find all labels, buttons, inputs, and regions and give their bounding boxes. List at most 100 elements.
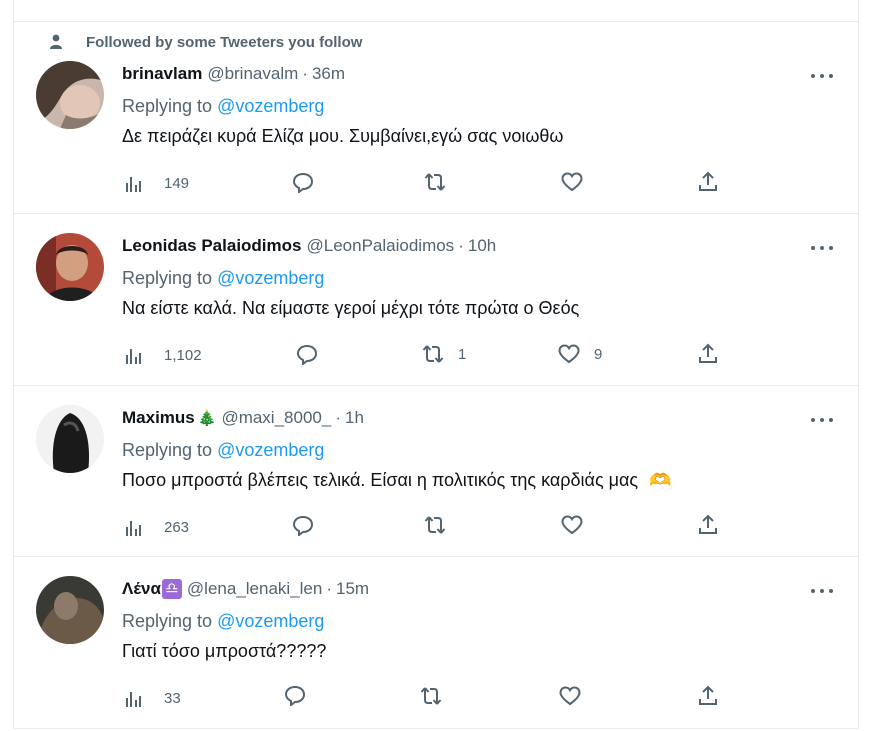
timeline-frame: Followed by some Tweeters you follow bri… [13, 0, 859, 729]
separator-dot: · [458, 236, 464, 255]
user-handle[interactable]: @LeonPalaiodimos [307, 236, 455, 256]
mention-link[interactable]: @vozemberg [217, 268, 324, 288]
views-button[interactable]: 33 [124, 687, 181, 709]
share-button[interactable] [697, 685, 719, 707]
libra-emoji: ♎ [161, 579, 182, 599]
timestamp[interactable]: 15m [336, 579, 369, 599]
share-button[interactable] [697, 514, 719, 536]
timestamp[interactable]: 1h [345, 408, 364, 428]
heart-icon [558, 344, 580, 364]
mention-link[interactable]: @vozemberg [217, 611, 324, 631]
replying-to: Replying to @vozemberg [122, 96, 324, 117]
heart-icon [561, 172, 583, 192]
tweet-header: Leonidas Palaiodimos @LeonPalaiodimos · … [122, 236, 496, 256]
retweet-count: 1 [458, 345, 467, 363]
retweet-button[interactable] [424, 171, 460, 193]
retweet-button[interactable] [420, 685, 456, 707]
tweet-header: Λένα ♎ @lena_lenaki_len · 15m [122, 579, 369, 599]
avatar[interactable] [36, 405, 104, 473]
retweet-button[interactable] [424, 514, 460, 536]
like-button[interactable] [561, 171, 597, 193]
replying-prefix: Replying to [122, 440, 218, 460]
share-icon [699, 171, 717, 191]
replying-to: Replying to @vozemberg [122, 440, 324, 461]
views-button[interactable]: 263 [124, 516, 189, 538]
mention-link[interactable]: @vozemberg [217, 440, 324, 460]
more-dots-icon[interactable] [811, 244, 833, 252]
heart-icon [559, 686, 581, 706]
avatar[interactable] [36, 233, 104, 301]
share-button[interactable] [697, 343, 719, 365]
bar-chart-icon [126, 349, 141, 364]
tweet-text: Δε πειράζει κυρά Ελίζα μου. Συμβαίνει,εγ… [122, 126, 564, 146]
more-dots-icon[interactable] [811, 587, 833, 595]
retweet-icon [424, 173, 446, 191]
display-name[interactable]: Maximus [122, 408, 195, 428]
tweet[interactable]: Followed by some Tweeters you follow bri… [14, 22, 858, 214]
like-button[interactable] [559, 685, 595, 707]
user-handle[interactable]: @brinavalm [207, 64, 298, 84]
person-icon [50, 34, 62, 49]
tweet-header: brinavlam @brinavalm · 36m [122, 64, 345, 84]
speech-bubble-icon [292, 515, 314, 536]
replying-to: Replying to @vozemberg [122, 268, 324, 289]
avatar[interactable] [36, 61, 104, 129]
bar-chart-icon [126, 177, 141, 192]
replying-prefix: Replying to [122, 611, 218, 631]
user-handle[interactable]: @maxi_8000_ [221, 408, 331, 428]
retweet-icon [424, 516, 446, 534]
separator-dot: · [326, 579, 333, 598]
share-icon [699, 685, 717, 705]
separator-dot: · [302, 64, 308, 83]
display-name[interactable]: Λένα [122, 579, 161, 599]
speech-bubble-icon [284, 685, 306, 706]
retweet-button[interactable]: 1 [422, 343, 466, 365]
display-name[interactable]: Leonidas Palaiodimos [122, 236, 302, 256]
share-button[interactable] [697, 171, 719, 193]
like-button[interactable]: 9 [558, 343, 602, 365]
like-count: 9 [594, 345, 603, 363]
replying-prefix: Replying to [122, 268, 218, 288]
avatar[interactable] [36, 576, 104, 644]
heart-hands-emoji: 🫶 [649, 470, 672, 490]
reply-button[interactable] [292, 171, 328, 193]
separator-dot: · [335, 408, 341, 427]
bar-chart-icon [126, 692, 141, 707]
speech-bubble-icon [296, 344, 318, 365]
views-count: 1,102 [164, 346, 202, 364]
tree-emoji: 🎄 [197, 410, 217, 427]
views-button[interactable]: 1,102 [124, 344, 202, 366]
user-handle[interactable]: @lena_lenaki_len [187, 579, 322, 599]
replying-to: Replying to @vozemberg [122, 611, 324, 632]
replying-prefix: Replying to [122, 96, 218, 116]
more-dots-icon[interactable] [811, 72, 833, 80]
views-count: 149 [164, 174, 190, 192]
mention-link[interactable]: @vozemberg [217, 96, 324, 116]
heart-icon [561, 515, 583, 535]
tweet-header: Maximus 🎄 @maxi_8000_ · 1h [122, 408, 364, 428]
timestamp[interactable]: 10h [468, 236, 496, 256]
display-name[interactable]: brinavlam [122, 64, 202, 84]
speech-bubble-icon [292, 172, 314, 193]
reply-button[interactable] [296, 343, 332, 365]
like-button[interactable] [561, 514, 597, 536]
tweet-text: Ποσο μπροστά βλέπεις τελικά. Είσαι η πολ… [122, 470, 639, 490]
retweet-icon [422, 345, 444, 363]
tweet[interactable]: Maximus 🎄 @maxi_8000_ · 1h Replying to @… [14, 386, 858, 557]
more-dots-icon[interactable] [811, 416, 833, 424]
social-context-text: Followed by some Tweeters you follow [86, 34, 363, 51]
views-count: 33 [164, 689, 181, 707]
timestamp[interactable]: 36m [312, 64, 345, 84]
tweet-text-row: Ποσο μπροστά βλέπεις τελικά. Είσαι η πολ… [122, 470, 672, 491]
views-button[interactable]: 149 [124, 172, 189, 194]
tweet[interactable]: Leonidas Palaiodimos @LeonPalaiodimos · … [14, 214, 858, 386]
tweet[interactable]: Λένα ♎ @lena_lenaki_len · 15m Replying t… [14, 557, 858, 729]
views-count: 263 [164, 518, 190, 536]
share-icon [699, 514, 717, 534]
bar-chart-icon [126, 521, 141, 536]
tweet-text: Να είστε καλά. Να είμαστε γεροί μέχρι τό… [122, 298, 580, 318]
reply-button[interactable] [284, 684, 320, 706]
tweet-text: Γιατί τόσο μπροστά????? [122, 641, 327, 661]
share-icon [699, 343, 717, 363]
reply-button[interactable] [292, 514, 328, 536]
